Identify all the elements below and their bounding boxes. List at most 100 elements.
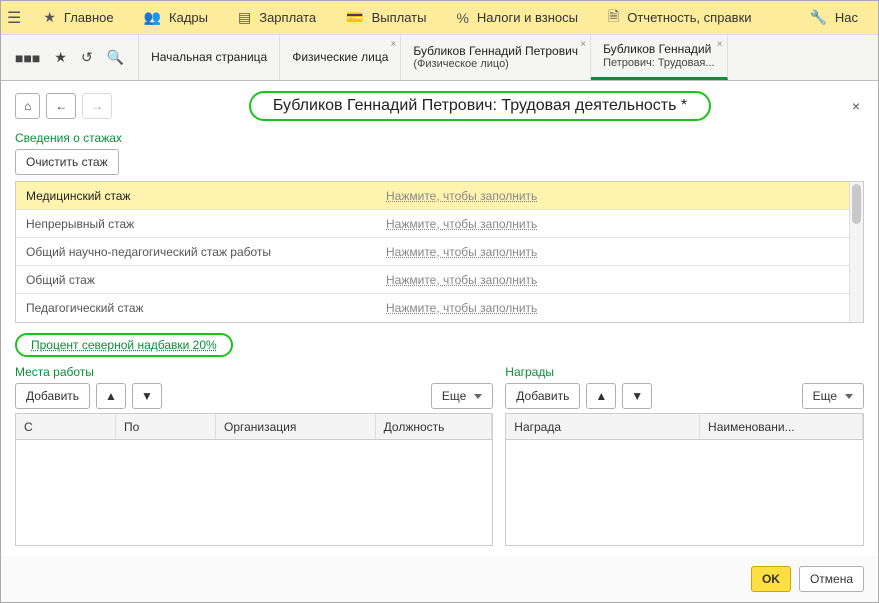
arrow-up-icon: ▲ [595,389,607,403]
move-down-button[interactable]: ▼ [622,383,652,409]
footer: OK Отмена [1,556,878,602]
clear-staj-button[interactable]: Очистить стаж [15,149,119,175]
main-menubar: ☰ ★ Главное 👥 Кадры ▤ Зарплата 💳 Выплаты… [1,1,878,35]
staj-name: Педагогический стаж [16,301,386,315]
star-icon: ★ [43,9,56,26]
tabstrip: ■■■ ★ ↺ 🔍 Начальная страница Физические … [1,35,878,81]
col-from[interactable]: С [16,414,116,439]
staj-row[interactable]: Общий научно-педагогический стаж работы … [16,238,863,266]
wallet-icon: 💳 [346,9,363,26]
move-up-button[interactable]: ▲ [586,383,616,409]
awards-label: Награды [505,365,864,379]
staj-row[interactable]: Общий стаж Нажмите, чтобы заполнить [16,266,863,294]
star-icon[interactable]: ★ [54,49,67,66]
places-grid[interactable]: С По Организация Должность [15,413,493,546]
staj-fill-link[interactable]: Нажмите, чтобы заполнить [386,273,863,287]
menu-label: Налоги и взносы [477,10,578,25]
menu-label: Нас [835,10,858,25]
scrollbar[interactable] [849,182,863,322]
percent-icon: % [456,10,468,26]
awards-more-button[interactable]: Еще [802,383,864,409]
grid-body[interactable] [506,440,863,545]
tab-sublabel: (Физическое лицо) [413,58,508,71]
places-more-button[interactable]: Еще [431,383,493,409]
menu-label: Главное [64,10,114,25]
menu-settings[interactable]: 🔧 Нас [795,1,872,34]
history-icon[interactable]: ↺ [81,49,93,66]
grid-body[interactable] [16,440,492,545]
close-page-button[interactable]: × [848,94,864,118]
staj-fill-link[interactable]: Нажмите, чтобы заполнить [386,189,863,203]
close-icon[interactable]: × [580,39,586,51]
arrow-down-icon: ▼ [631,389,643,403]
tab-label: Бубликов Геннадий [603,42,711,56]
staj-name: Непрерывный стаж [16,217,386,231]
move-up-button[interactable]: ▲ [96,383,126,409]
arrow-down-icon: ▼ [141,389,153,403]
col-position[interactable]: Должность [376,414,493,439]
page-title: Бубликов Геннадий Петрович: Трудовая дея… [249,91,711,121]
awards-panel: Награды Добавить ▲ ▼ Еще Награда Наимено… [505,365,864,546]
menu-main[interactable]: ★ Главное [29,1,127,34]
arrow-up-icon: ▲ [105,389,117,403]
nav-toolbar: ⌂ ← → Бубликов Геннадий Петрович: Трудов… [15,91,864,121]
staj-name: Общий стаж [16,273,386,287]
menu-label: Зарплата [259,10,316,25]
close-icon[interactable]: × [391,39,397,51]
menu-label: Отчетность, справки [627,10,751,25]
col-award[interactable]: Награда [506,414,700,439]
menu-nalogi[interactable]: % Налоги и взносы [442,1,592,34]
search-icon[interactable]: 🔍 [107,49,124,66]
menu-vyplaty[interactable]: 💳 Выплаты [332,1,440,34]
back-button[interactable]: ← [46,93,76,119]
places-label: Места работы [15,365,493,379]
tab-person[interactable]: Бубликов Геннадий Петрович (Физическое л… [401,35,591,80]
document-icon: 🗎 [608,6,619,30]
col-to[interactable]: По [116,414,216,439]
lower-panels: Места работы Добавить ▲ ▼ Еще С По Орган… [15,365,864,546]
staj-row[interactable]: Медицинский стаж Нажмите, чтобы заполнит… [16,182,863,210]
scrollbar-thumb[interactable] [852,184,861,224]
staj-fill-link[interactable]: Нажмите, чтобы заполнить [386,217,863,231]
menu-zarplata[interactable]: ▤ Зарплата [224,1,330,34]
ok-button[interactable]: OK [751,566,791,592]
hamburger-icon[interactable]: ☰ [7,8,27,28]
tab-start[interactable]: Начальная страница [139,35,280,80]
tab-labor-activity[interactable]: Бубликов Геннадий Петрович: Трудовая... … [591,35,728,80]
awards-add-button[interactable]: Добавить [505,383,580,409]
close-icon[interactable]: × [717,39,723,51]
tab-label: Начальная страница [151,50,267,64]
move-down-button[interactable]: ▼ [132,383,162,409]
arrow-left-icon: ← [55,99,67,113]
staj-section-label: Сведения о стажах [15,131,864,145]
col-name[interactable]: Наименовани... [700,414,863,439]
wrench-icon: 🔧 [809,9,826,26]
menu-label: Выплаты [372,10,427,25]
staj-fill-link[interactable]: Нажмите, чтобы заполнить [386,245,863,259]
people-icon: 👥 [144,9,161,26]
staj-row[interactable]: Педагогический стаж Нажмите, чтобы запол… [16,294,863,322]
grid-header: С По Организация Должность [16,414,492,440]
menu-label: Кадры [169,10,208,25]
forward-button[interactable]: → [82,93,112,119]
menu-otchet[interactable]: 🗎 Отчетность, справки [594,1,766,34]
tab-fizlitsa[interactable]: Физические лица × [280,35,401,80]
home-icon: ⌂ [24,99,31,113]
home-button[interactable]: ⌂ [15,93,40,119]
staj-fill-link[interactable]: Нажмите, чтобы заполнить [386,301,863,315]
staj-table: Медицинский стаж Нажмите, чтобы заполнит… [15,181,864,323]
tab-label: Бубликов Геннадий Петрович [413,44,578,58]
northern-allowance-link[interactable]: Процент северной надбавки 20% [15,333,233,357]
tab-sublabel: Петрович: Трудовая... [603,57,715,70]
grid-header: Награда Наименовани... [506,414,863,440]
awards-grid[interactable]: Награда Наименовани... [505,413,864,546]
arrow-right-icon: → [91,99,103,113]
staj-row[interactable]: Непрерывный стаж Нажмите, чтобы заполнит… [16,210,863,238]
staj-name: Общий научно-педагогический стаж работы [16,245,386,259]
cancel-button[interactable]: Отмена [799,566,864,592]
content-area: ⌂ ← → Бубликов Геннадий Петрович: Трудов… [1,81,878,556]
apps-icon[interactable]: ■■■ [15,50,40,66]
menu-kadry[interactable]: 👥 Кадры [130,1,222,34]
places-add-button[interactable]: Добавить [15,383,90,409]
col-org[interactable]: Организация [216,414,376,439]
